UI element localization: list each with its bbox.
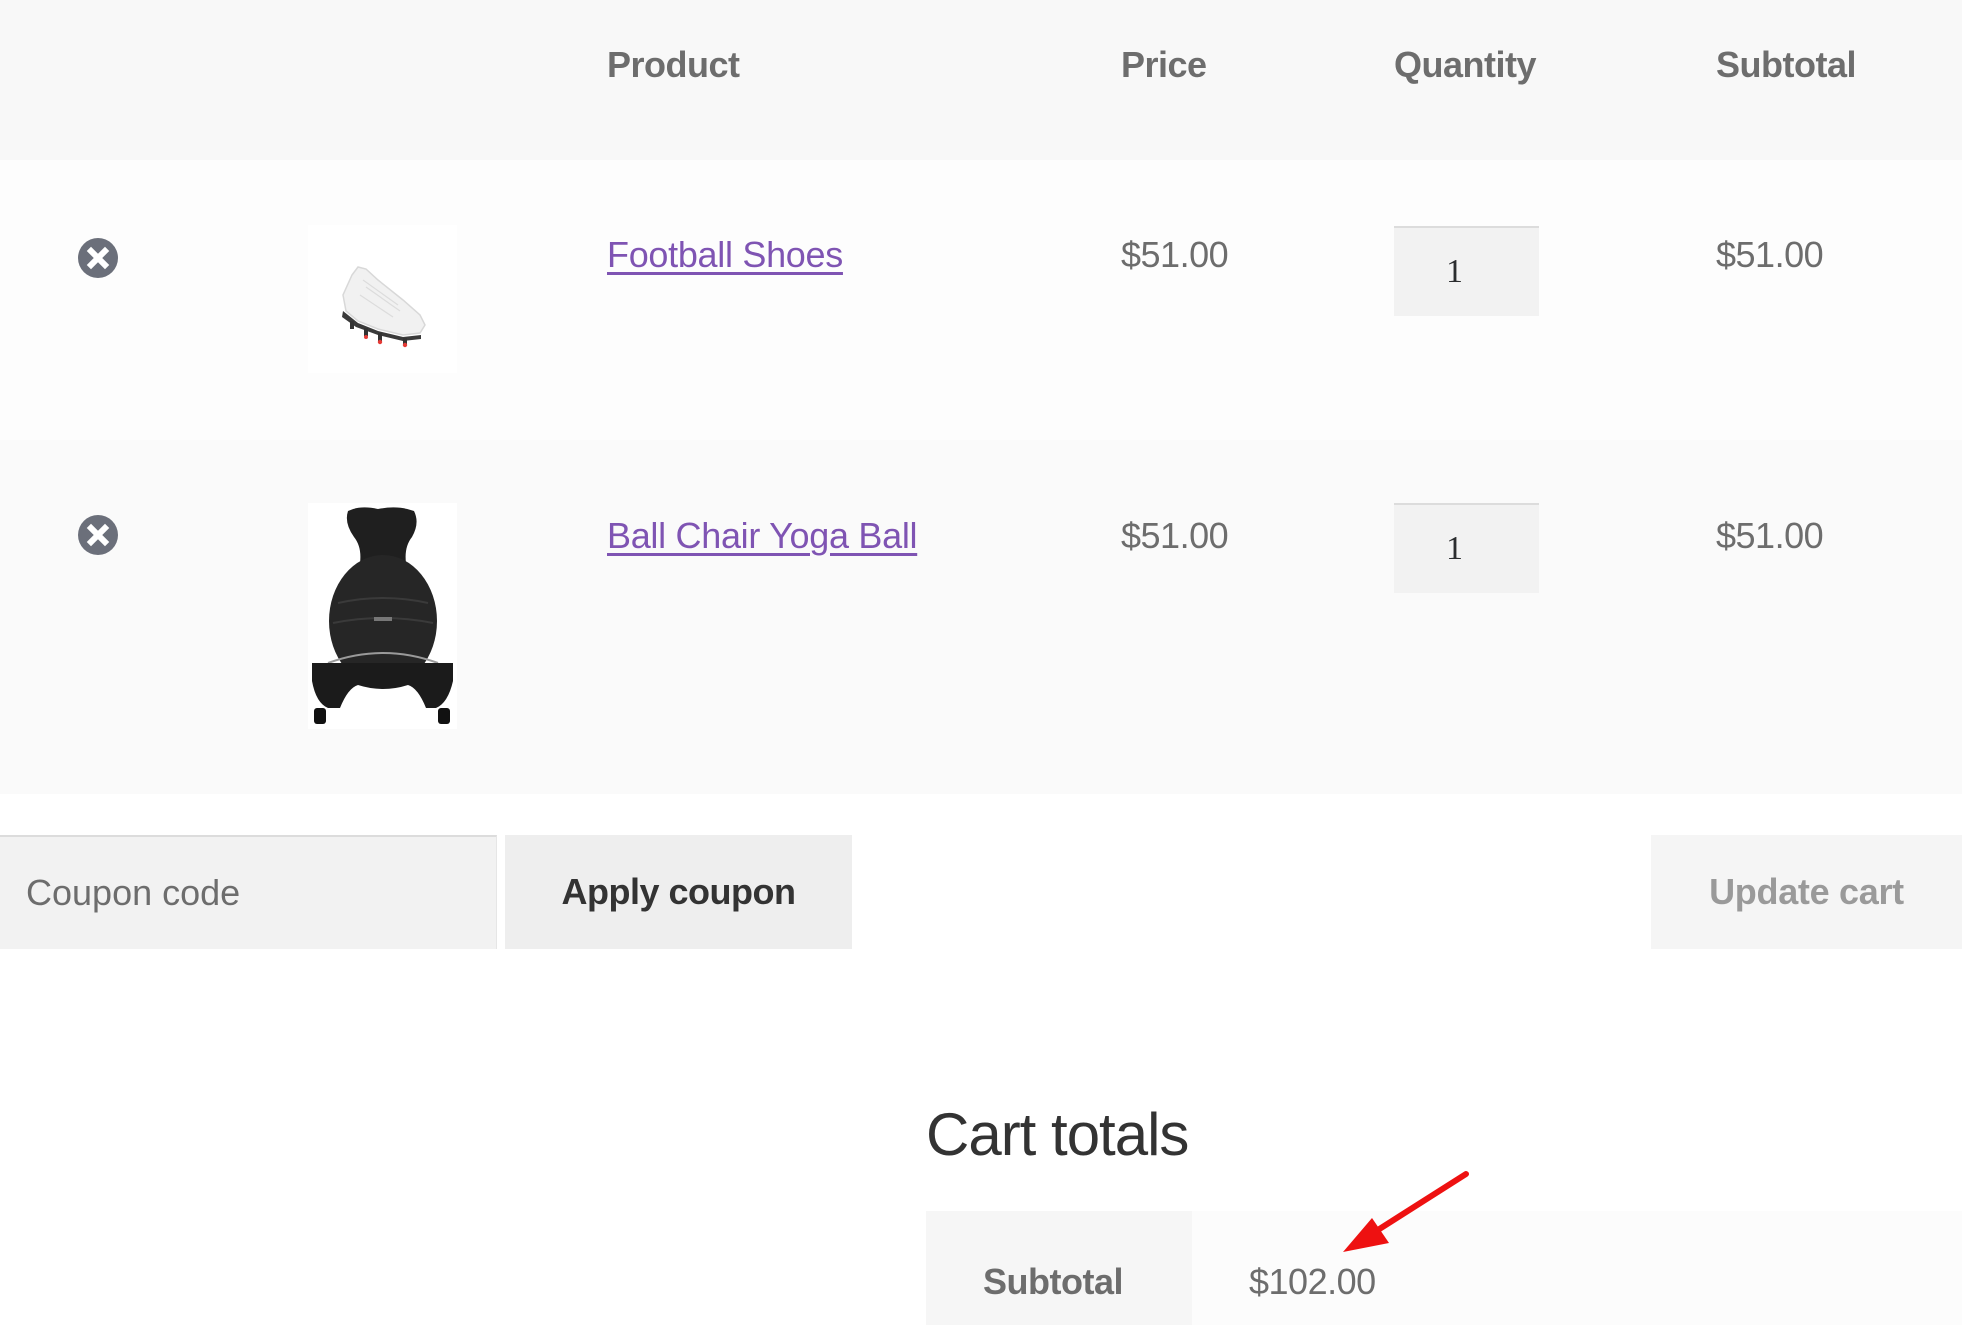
table-row: Football Shoes $51.00 $51.00: [0, 160, 1962, 440]
header-quantity: Quantity: [1394, 44, 1537, 85]
subtotal-value: $102.00: [1192, 1211, 1962, 1325]
coupon-code-input[interactable]: [0, 835, 497, 949]
cart-totals-heading: Cart totals: [926, 1101, 1189, 1168]
subtotal-label: Subtotal: [926, 1211, 1192, 1325]
product-thumbnail[interactable]: [308, 503, 457, 729]
quantity-input[interactable]: [1394, 503, 1539, 593]
product-subtotal: $51.00: [1716, 515, 1824, 556]
header-product: Product: [607, 44, 740, 85]
product-subtotal: $51.00: [1716, 234, 1824, 275]
cart-table-header: Product Price Quantity Subtotal: [0, 0, 1962, 160]
apply-coupon-button[interactable]: Apply coupon: [505, 835, 852, 949]
football-shoe-image: [308, 225, 457, 373]
product-thumbnail[interactable]: [308, 225, 457, 373]
quantity-input[interactable]: [1394, 226, 1539, 316]
cart-totals-table: Subtotal $102.00: [926, 1211, 1962, 1325]
remove-item-button[interactable]: [78, 515, 118, 555]
table-row: Ball Chair Yoga Ball $51.00 $51.00: [0, 440, 1962, 794]
ball-chair-image: [308, 503, 457, 729]
product-price: $51.00: [1121, 515, 1229, 556]
remove-circle-x-icon: [86, 246, 110, 270]
header-price: Price: [1121, 44, 1207, 85]
product-link[interactable]: Ball Chair Yoga Ball: [607, 515, 918, 557]
header-subtotal: Subtotal: [1716, 44, 1856, 85]
update-cart-button[interactable]: Update cart: [1651, 835, 1962, 949]
product-link[interactable]: Football Shoes: [607, 234, 843, 276]
remove-item-button[interactable]: [78, 238, 118, 278]
remove-circle-x-icon: [86, 523, 110, 547]
product-price: $51.00: [1121, 234, 1229, 275]
